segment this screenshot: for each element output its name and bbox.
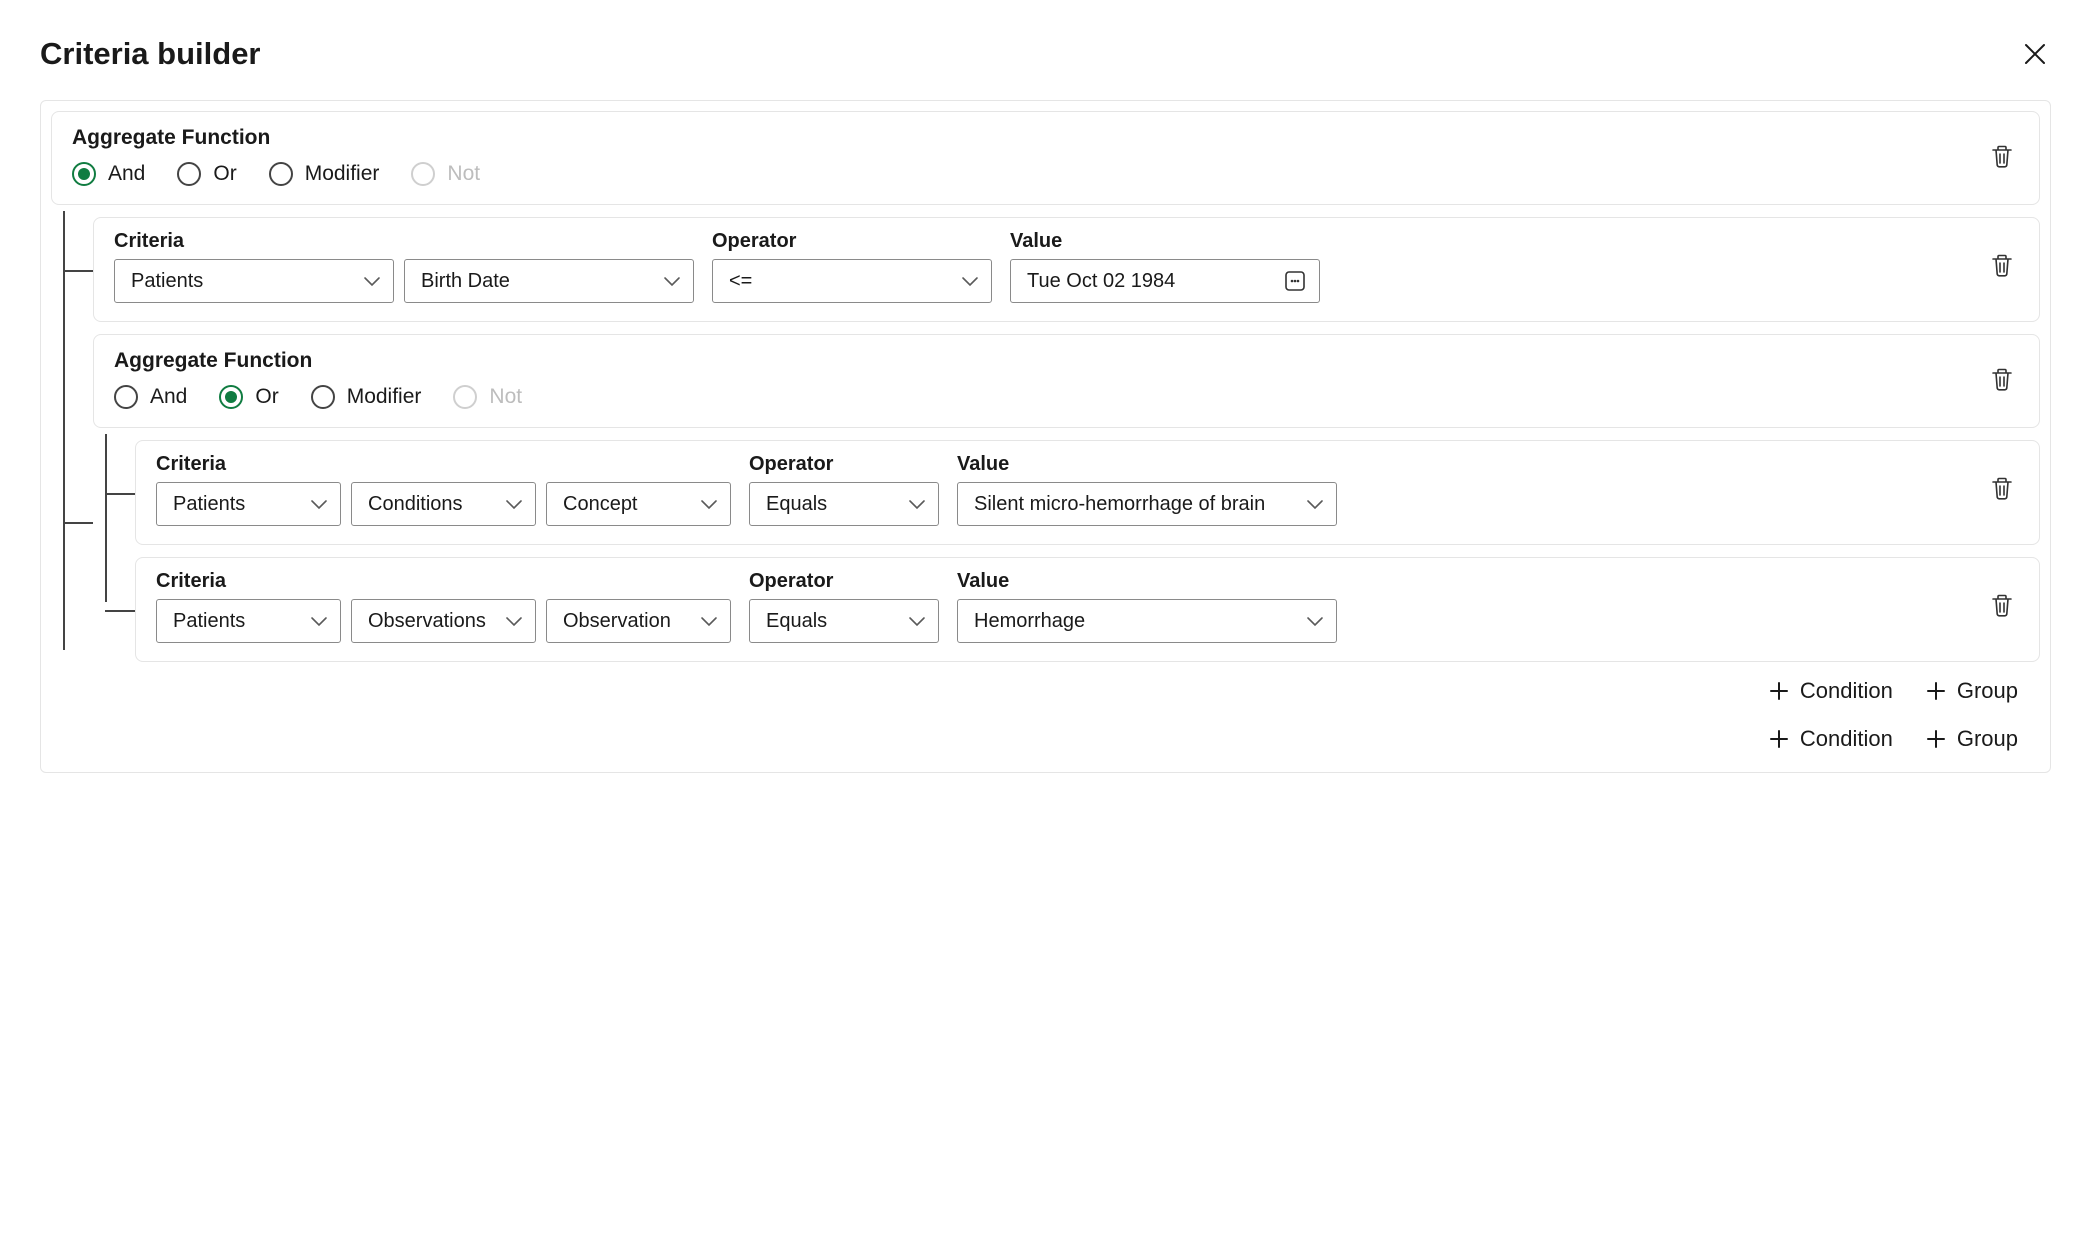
- criteria-outer-container: Aggregate Function And Or Modifier: [40, 100, 2051, 773]
- criteria-label: Criteria: [156, 453, 731, 476]
- value-select[interactable]: Silent micro-hemorrhage of brain: [957, 482, 1337, 526]
- operator-select[interactable]: Equals: [749, 482, 939, 526]
- value-select[interactable]: Hemorrhage: [957, 599, 1337, 643]
- radio-circle-icon: [453, 385, 477, 409]
- criteria-label: Criteria: [156, 570, 731, 593]
- add-group-button[interactable]: Group: [1925, 678, 2018, 704]
- condition-item: Criteria Patients Birth Date Operator: [93, 217, 2040, 322]
- plus-icon: [1925, 728, 1947, 750]
- criteria-select-field[interactable]: Birth Date: [404, 259, 694, 303]
- plus-icon: [1925, 680, 1947, 702]
- radio-and[interactable]: And: [72, 162, 145, 186]
- nested-group-card: Aggregate Function And Or: [93, 334, 2040, 428]
- operator-select[interactable]: Equals: [749, 599, 939, 643]
- radio-not: Not: [411, 162, 480, 186]
- radio-circle-icon: [411, 162, 435, 186]
- chevron-down-icon: [310, 496, 328, 512]
- chevron-down-icon: [663, 273, 681, 289]
- radio-modifier-label: Modifier: [305, 162, 380, 186]
- plus-icon: [1768, 728, 1790, 750]
- trash-icon: [1989, 592, 2015, 618]
- operator-select[interactable]: <=: [712, 259, 992, 303]
- condition-item: Criteria Patients Observations: [135, 557, 2040, 662]
- add-condition-button[interactable]: Condition: [1768, 678, 1893, 704]
- value-label: Value: [957, 453, 1337, 476]
- radio-circle-icon: [311, 385, 335, 409]
- add-group-button[interactable]: Group: [1925, 726, 2018, 752]
- chevron-down-icon: [363, 273, 381, 289]
- radio-and[interactable]: And: [114, 385, 187, 409]
- criteria-select-entity[interactable]: Conditions: [351, 482, 536, 526]
- nested-group-actions: Condition Group: [93, 662, 2040, 710]
- root-group-actions: Condition Group: [51, 710, 2040, 758]
- radio-modifier[interactable]: Modifier: [311, 385, 422, 409]
- page-title: Criteria builder: [40, 36, 261, 72]
- nested-radio-group: And Or Modifier: [114, 385, 1985, 409]
- aggregate-function-label: Aggregate Function: [72, 126, 1985, 150]
- criteria-select-field[interactable]: Observation: [546, 599, 731, 643]
- radio-or-label: Or: [255, 385, 278, 409]
- trash-icon: [1989, 252, 2015, 278]
- radio-modifier-label: Modifier: [347, 385, 422, 409]
- chevron-down-icon: [908, 613, 926, 629]
- chevron-down-icon: [1306, 613, 1324, 629]
- radio-not-label: Not: [489, 385, 522, 409]
- add-condition-button[interactable]: Condition: [1768, 726, 1893, 752]
- trash-icon: [1989, 366, 2015, 392]
- delete-condition-button[interactable]: [1985, 588, 2019, 622]
- radio-circle-icon: [219, 385, 243, 409]
- date-picker-icon: [1283, 269, 1307, 293]
- chevron-down-icon: [700, 613, 718, 629]
- trash-icon: [1989, 475, 2015, 501]
- criteria-select-patients[interactable]: Patients: [156, 599, 341, 643]
- radio-circle-icon: [72, 162, 96, 186]
- chevron-down-icon: [505, 496, 523, 512]
- criteria-select-patients[interactable]: Patients: [156, 482, 341, 526]
- operator-label: Operator: [712, 230, 992, 253]
- aggregate-function-label: Aggregate Function: [114, 349, 1985, 373]
- delete-group-button[interactable]: [1985, 139, 2019, 173]
- root-children: Criteria Patients Birth Date Operator: [63, 217, 2040, 710]
- radio-circle-icon: [269, 162, 293, 186]
- radio-and-label: And: [108, 162, 145, 186]
- chevron-down-icon: [505, 613, 523, 629]
- chevron-down-icon: [961, 273, 979, 289]
- criteria-select-entity[interactable]: Observations: [351, 599, 536, 643]
- chevron-down-icon: [310, 613, 328, 629]
- chevron-down-icon: [700, 496, 718, 512]
- criteria-select-patients[interactable]: Patients: [114, 259, 394, 303]
- delete-condition-button[interactable]: [1985, 248, 2019, 282]
- value-label: Value: [957, 570, 1337, 593]
- nested-children: Criteria Patients Conditions: [105, 440, 2040, 662]
- close-icon: [2023, 42, 2047, 66]
- radio-or[interactable]: Or: [177, 162, 236, 186]
- radio-circle-icon: [177, 162, 201, 186]
- delete-condition-button[interactable]: [1985, 471, 2019, 505]
- criteria-select-field[interactable]: Concept: [546, 482, 731, 526]
- value-date-input[interactable]: Tue Oct 02 1984: [1010, 259, 1320, 303]
- radio-or[interactable]: Or: [219, 385, 278, 409]
- nested-group-item: Aggregate Function And Or: [93, 334, 2040, 710]
- delete-group-button[interactable]: [1985, 362, 2019, 396]
- operator-label: Operator: [749, 453, 939, 476]
- radio-and-label: And: [150, 385, 187, 409]
- chevron-down-icon: [908, 496, 926, 512]
- radio-modifier[interactable]: Modifier: [269, 162, 380, 186]
- operator-label: Operator: [749, 570, 939, 593]
- criteria-label: Criteria: [114, 230, 694, 253]
- radio-not-label: Not: [447, 162, 480, 186]
- radio-not: Not: [453, 385, 522, 409]
- root-radio-group: And Or Modifier Not: [72, 162, 1985, 186]
- radio-or-label: Or: [213, 162, 236, 186]
- chevron-down-icon: [1306, 496, 1324, 512]
- value-label: Value: [1010, 230, 1320, 253]
- condition-item: Criteria Patients Conditions: [135, 440, 2040, 545]
- plus-icon: [1768, 680, 1790, 702]
- radio-circle-icon: [114, 385, 138, 409]
- root-group-card: Aggregate Function And Or Modifier: [51, 111, 2040, 205]
- trash-icon: [1989, 143, 2015, 169]
- close-button[interactable]: [2019, 38, 2051, 70]
